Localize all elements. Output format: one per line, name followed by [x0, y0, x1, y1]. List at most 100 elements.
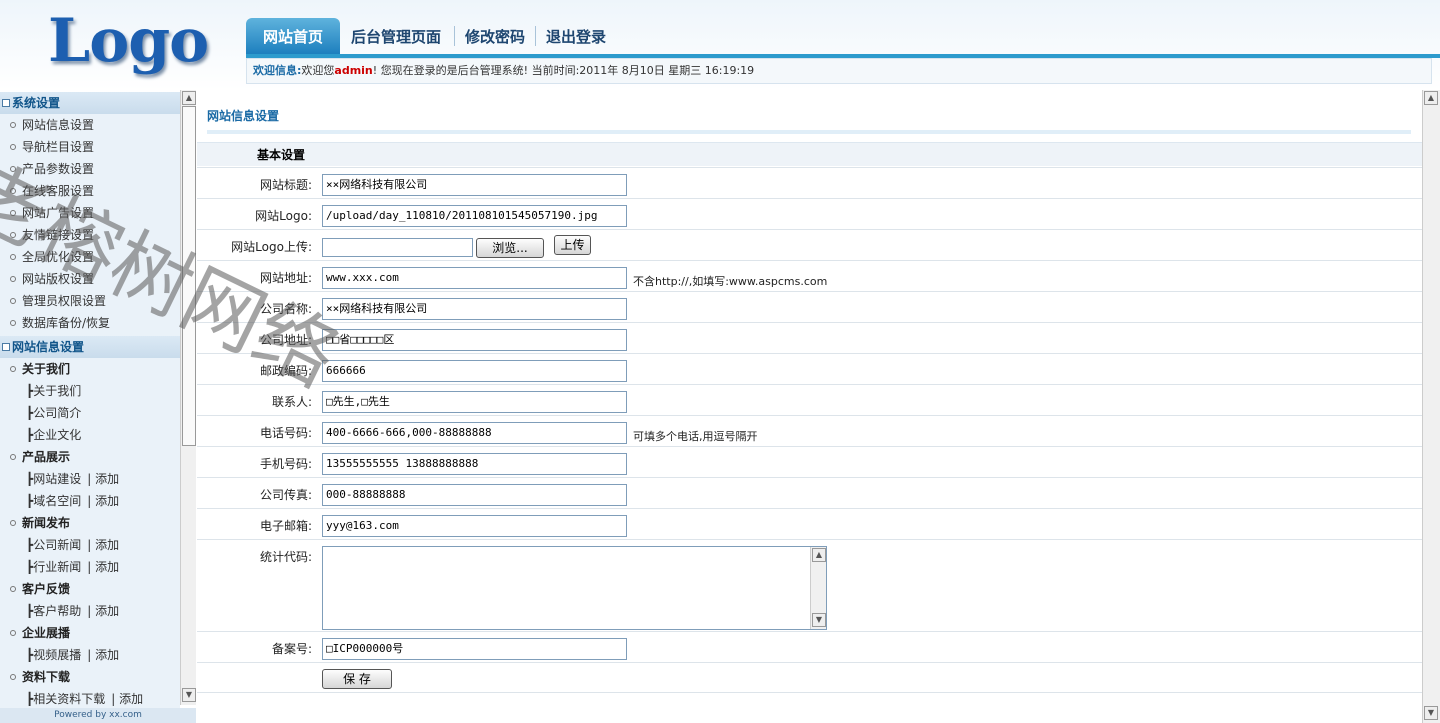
sidebar-group[interactable]: 客户反馈	[0, 578, 180, 600]
sidebar-group[interactable]: 关于我们	[0, 358, 180, 380]
form-row: 邮政编码: 666666	[197, 353, 1422, 384]
scroll-thumb[interactable]	[182, 106, 196, 446]
sidebar-item[interactable]: 网站信息设置	[0, 114, 180, 136]
sidebar-group[interactable]: 新闻发布	[0, 512, 180, 534]
site-url-input[interactable]: www.xxx.com	[322, 267, 627, 289]
page-title: 网站信息设置	[207, 109, 280, 123]
add-link[interactable]: | 添加	[87, 648, 119, 662]
sidebar-item[interactable]: 导航栏目设置	[0, 136, 180, 158]
field-label: 网站Logo上传:	[231, 240, 312, 254]
bullet-icon	[10, 630, 16, 636]
sidebar-subitem[interactable]: ┣公司新闻 | 添加	[0, 534, 180, 556]
sidebar-item[interactable]: 数据库备份/恢复	[0, 312, 180, 334]
browse-button[interactable]: 浏览...	[476, 238, 544, 258]
sidebar-section-system[interactable]: 系统设置	[0, 92, 180, 114]
company-name-input[interactable]: ××网络科技有限公司	[322, 298, 627, 320]
logo-file-input[interactable]	[322, 238, 473, 257]
scroll-down-icon[interactable]: ▼	[1424, 706, 1438, 720]
field-label: 网站地址:	[259, 271, 312, 285]
tab-home[interactable]: 网站首页	[246, 18, 340, 54]
site-logo: Logo	[48, 6, 209, 76]
bullet-icon	[10, 454, 16, 460]
textarea-scrollbar[interactable]: ▲ ▼	[810, 547, 826, 629]
scroll-up-icon[interactable]: ▲	[182, 91, 196, 105]
save-button[interactable]: 保 存	[322, 669, 392, 689]
sidebar-item[interactable]: 网站版权设置	[0, 268, 180, 290]
sidebar-scrollbar[interactable]: ▲ ▼	[180, 90, 196, 705]
scroll-down-icon[interactable]: ▼	[812, 613, 826, 627]
form-row: 公司传真: 000-88888888	[197, 477, 1422, 508]
sidebar-item[interactable]: 友情链接设置	[0, 224, 180, 246]
fax-input[interactable]: 000-88888888	[322, 484, 627, 506]
field-label: 备案号:	[271, 642, 312, 656]
site-title-input[interactable]: ××网络科技有限公司	[322, 174, 627, 196]
sidebar-subitem[interactable]: ┣域名空间 | 添加	[0, 490, 180, 512]
welcome-prefix: 欢迎您	[301, 64, 335, 77]
sidebar-subitem[interactable]: ┣企业文化	[0, 424, 180, 446]
upload-button[interactable]: 上传	[554, 235, 591, 255]
bullet-icon	[10, 210, 16, 216]
field-label: 电子邮箱:	[259, 519, 312, 533]
add-link[interactable]: | 添加	[111, 692, 143, 706]
form-row: 公司名称: ××网络科技有限公司	[197, 291, 1422, 322]
add-link[interactable]: | 添加	[87, 472, 119, 486]
collapse-icon[interactable]	[2, 99, 10, 107]
form-row: 网站标题: ××网络科技有限公司	[197, 167, 1422, 198]
scroll-up-icon[interactable]: ▲	[1424, 91, 1438, 105]
sidebar-subitem[interactable]: ┣关于我们	[0, 380, 180, 402]
field-label: 邮政编码:	[259, 364, 312, 378]
field-label: 公司地址:	[259, 333, 312, 347]
sidebar-subitem[interactable]: ┣客户帮助 | 添加	[0, 600, 180, 622]
add-link[interactable]: | 添加	[87, 560, 119, 574]
welcome-bar: 欢迎信息:欢迎您admin! 您现在登录的是后台管理系统! 当前时间:2011年…	[246, 58, 1432, 84]
bullet-icon	[10, 276, 16, 282]
sidebar: 系统设置 网站信息设置 导航栏目设置 产品参数设置 在线客服设置 网站广告设置 …	[0, 92, 180, 709]
main-scrollbar[interactable]: ▲ ▼	[1422, 90, 1440, 723]
bullet-icon	[10, 166, 16, 172]
form-row: 备案号: □ICP000000号	[197, 631, 1422, 662]
sidebar-item[interactable]: 全局优化设置	[0, 246, 180, 268]
sidebar-subitem[interactable]: ┣相关资料下载 | 添加	[0, 688, 180, 709]
sidebar-section-site-info[interactable]: 网站信息设置	[0, 336, 180, 358]
form-row: 公司地址: □□省□□□□□区	[197, 322, 1422, 353]
add-link[interactable]: | 添加	[87, 494, 119, 508]
field-label: 手机号码:	[259, 457, 312, 471]
tab-admin[interactable]: 后台管理页面	[351, 18, 441, 54]
site-logo-input[interactable]: /upload/day_110810/201108101545057190.jp…	[322, 205, 627, 227]
add-link[interactable]: | 添加	[87, 538, 119, 552]
email-input[interactable]: yyy@163.com	[322, 515, 627, 537]
postcode-input[interactable]: 666666	[322, 360, 627, 382]
sidebar-subitem[interactable]: ┣行业新闻 | 添加	[0, 556, 180, 578]
icp-input[interactable]: □ICP000000号	[322, 638, 627, 660]
contact-input[interactable]: □先生,□先生	[322, 391, 627, 413]
sidebar-item[interactable]: 产品参数设置	[0, 158, 180, 180]
scroll-down-icon[interactable]: ▼	[182, 688, 196, 702]
field-label: 公司传真:	[259, 488, 312, 502]
sidebar-group[interactable]: 资料下载	[0, 666, 180, 688]
sidebar-group[interactable]: 产品展示	[0, 446, 180, 468]
form-row: 联系人: □先生,□先生	[197, 384, 1422, 415]
company-address-input[interactable]: □□省□□□□□区	[322, 329, 627, 351]
sidebar-item[interactable]: 在线客服设置	[0, 180, 180, 202]
tab-change-password[interactable]: 修改密码	[465, 18, 525, 54]
add-link[interactable]: | 添加	[87, 604, 119, 618]
collapse-icon[interactable]	[2, 343, 10, 351]
powered-by: Powered by xx.com	[0, 708, 196, 723]
tab-logout[interactable]: 退出登录	[546, 18, 606, 54]
stats-code-textarea[interactable]: ▲ ▼	[322, 546, 827, 630]
sidebar-subitem[interactable]: ┣公司简介	[0, 402, 180, 424]
nav-divider	[454, 26, 455, 46]
scroll-up-icon[interactable]: ▲	[812, 548, 826, 562]
sidebar-item[interactable]: 网站广告设置	[0, 202, 180, 224]
field-label: 网站标题:	[259, 178, 312, 192]
sidebar-subitem[interactable]: ┣视频展播 | 添加	[0, 644, 180, 666]
mobile-input[interactable]: 13555555555 13888888888	[322, 453, 627, 475]
field-label: 统计代码:	[259, 550, 312, 564]
form-row: 网站地址: www.xxx.com 不含http://,如填写:www.aspc…	[197, 260, 1422, 291]
bullet-icon	[10, 366, 16, 372]
sidebar-subitem[interactable]: ┣网站建设 | 添加	[0, 468, 180, 490]
bullet-icon	[10, 586, 16, 592]
sidebar-group[interactable]: 企业展播	[0, 622, 180, 644]
sidebar-item[interactable]: 管理员权限设置	[0, 290, 180, 312]
phone-input[interactable]: 400-6666-666,000-88888888	[322, 422, 627, 444]
